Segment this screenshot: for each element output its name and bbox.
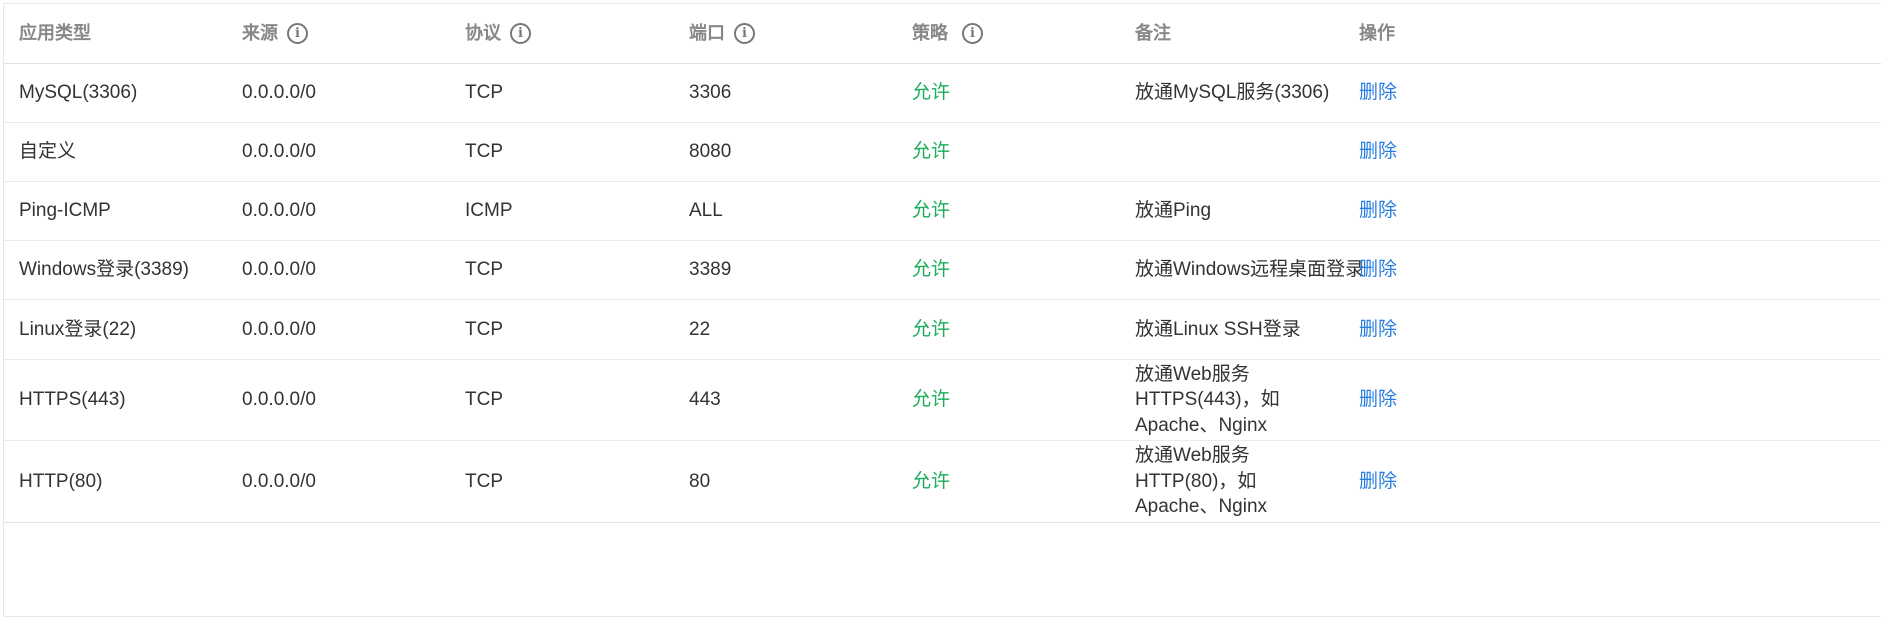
table-row: HTTP(80) 0.0.0.0/0 TCP 80 允许 放通Web服务HTTP… xyxy=(4,441,1881,523)
header-protocol: 协议 i xyxy=(465,4,531,63)
cell-note: 放通MySQL服务(3306) xyxy=(1135,82,1330,104)
security-rules-table: 应用类型 来源 i 协议 i 端口 i 策略 i 备注 操作 MySQL(3306) 0… xyxy=(3,3,1881,617)
table-row: 自定义 0.0.0.0/0 TCP 8080 允许 删除 xyxy=(4,123,1881,182)
cell-source: 0.0.0.0/0 xyxy=(242,141,316,163)
cell-policy-allow: 允许 xyxy=(912,470,951,492)
cell-source: 0.0.0.0/0 xyxy=(242,318,316,340)
cell-policy-allow: 允许 xyxy=(912,200,951,222)
cell-protocol: TCP xyxy=(465,318,503,340)
delete-link[interactable]: 删除 xyxy=(1359,198,1397,224)
header-policy: 策略 i xyxy=(912,4,983,63)
cell-app-type: HTTPS(443) xyxy=(19,389,126,411)
delete-link[interactable]: 删除 xyxy=(1359,469,1397,495)
header-port: 端口 i xyxy=(689,4,755,63)
header-app-type: 应用类型 xyxy=(19,23,91,44)
cell-policy-allow: 允许 xyxy=(912,82,951,104)
cell-source: 0.0.0.0/0 xyxy=(242,200,316,222)
cell-action: 删除 xyxy=(1359,64,1397,122)
header-note: 备注 xyxy=(1135,23,1171,44)
delete-link[interactable]: 删除 xyxy=(1359,80,1397,106)
table-row: Ping-ICMP 0.0.0.0/0 ICMP ALL 允许 放通Ping 删… xyxy=(4,182,1881,241)
cell-note: 放通Ping xyxy=(1135,200,1212,222)
table-row: Linux登录(22) 0.0.0.0/0 TCP 22 允许 放通Linux … xyxy=(4,300,1881,360)
cell-action: 删除 xyxy=(1359,182,1397,240)
table-row: MySQL(3306) 0.0.0.0/0 TCP 3306 允许 放通MySQ… xyxy=(4,64,1881,123)
cell-action: 删除 xyxy=(1359,241,1397,299)
cell-app-type: MySQL(3306) xyxy=(19,82,138,104)
cell-port: 8080 xyxy=(689,141,732,163)
delete-link[interactable]: 删除 xyxy=(1359,139,1397,165)
cell-source: 0.0.0.0/0 xyxy=(242,82,316,104)
table-row: Windows登录(3389) 0.0.0.0/0 TCP 3389 允许 放通… xyxy=(4,241,1881,300)
cell-app-type: Ping-ICMP xyxy=(19,200,111,222)
header-source: 来源 i xyxy=(242,4,308,63)
cell-action: 删除 xyxy=(1359,123,1397,181)
cell-action: 删除 xyxy=(1359,441,1397,522)
cell-port: 443 xyxy=(689,389,721,411)
cell-app-type: Linux登录(22) xyxy=(19,318,137,340)
cell-protocol: ICMP xyxy=(465,200,513,222)
cell-note: 放通Web服务HTTPS(443)，如 Apache、Nginx xyxy=(1135,363,1280,436)
cell-port: 80 xyxy=(689,470,711,492)
cell-app-type: 自定义 xyxy=(19,141,77,163)
cell-app-type: HTTP(80) xyxy=(19,470,103,492)
table-header: 应用类型 来源 i 协议 i 端口 i 策略 i 备注 操作 xyxy=(4,4,1881,64)
cell-note: 放通Linux SSH登录 xyxy=(1135,318,1301,340)
cell-port: 22 xyxy=(689,318,711,340)
cell-source: 0.0.0.0/0 xyxy=(242,259,316,281)
cell-action: 删除 xyxy=(1359,300,1397,359)
cell-source: 0.0.0.0/0 xyxy=(242,389,316,411)
info-circle-icon[interactable]: i xyxy=(962,23,983,44)
delete-link[interactable]: 删除 xyxy=(1359,387,1397,413)
header-action: 操作 xyxy=(1359,23,1395,44)
cell-protocol: TCP xyxy=(465,141,503,163)
cell-policy-allow: 允许 xyxy=(912,141,951,163)
cell-note: 放通Windows远程桌面登录 xyxy=(1135,259,1365,281)
cell-source: 0.0.0.0/0 xyxy=(242,470,316,492)
cell-app-type: Windows登录(3389) xyxy=(19,259,189,281)
cell-protocol: TCP xyxy=(465,259,503,281)
info-circle-icon[interactable]: i xyxy=(510,23,531,44)
cell-action: 删除 xyxy=(1359,360,1397,440)
cell-protocol: TCP xyxy=(465,470,503,492)
cell-protocol: TCP xyxy=(465,389,503,411)
table-row: HTTPS(443) 0.0.0.0/0 TCP 443 允许 放通Web服务H… xyxy=(4,360,1881,441)
info-circle-icon[interactable]: i xyxy=(287,23,308,44)
cell-port: 3306 xyxy=(689,82,732,104)
cell-policy-allow: 允许 xyxy=(912,259,951,281)
cell-policy-allow: 允许 xyxy=(912,318,951,340)
cell-protocol: TCP xyxy=(465,82,503,104)
cell-policy-allow: 允许 xyxy=(912,389,951,411)
delete-link[interactable]: 删除 xyxy=(1359,317,1397,343)
cell-port: ALL xyxy=(689,200,723,222)
delete-link[interactable]: 删除 xyxy=(1359,257,1397,283)
cell-port: 3389 xyxy=(689,259,732,281)
cell-note: 放通Web服务HTTP(80)，如 Apache、Nginx xyxy=(1135,445,1268,518)
info-circle-icon[interactable]: i xyxy=(734,23,755,44)
cell-note xyxy=(1135,123,1370,181)
